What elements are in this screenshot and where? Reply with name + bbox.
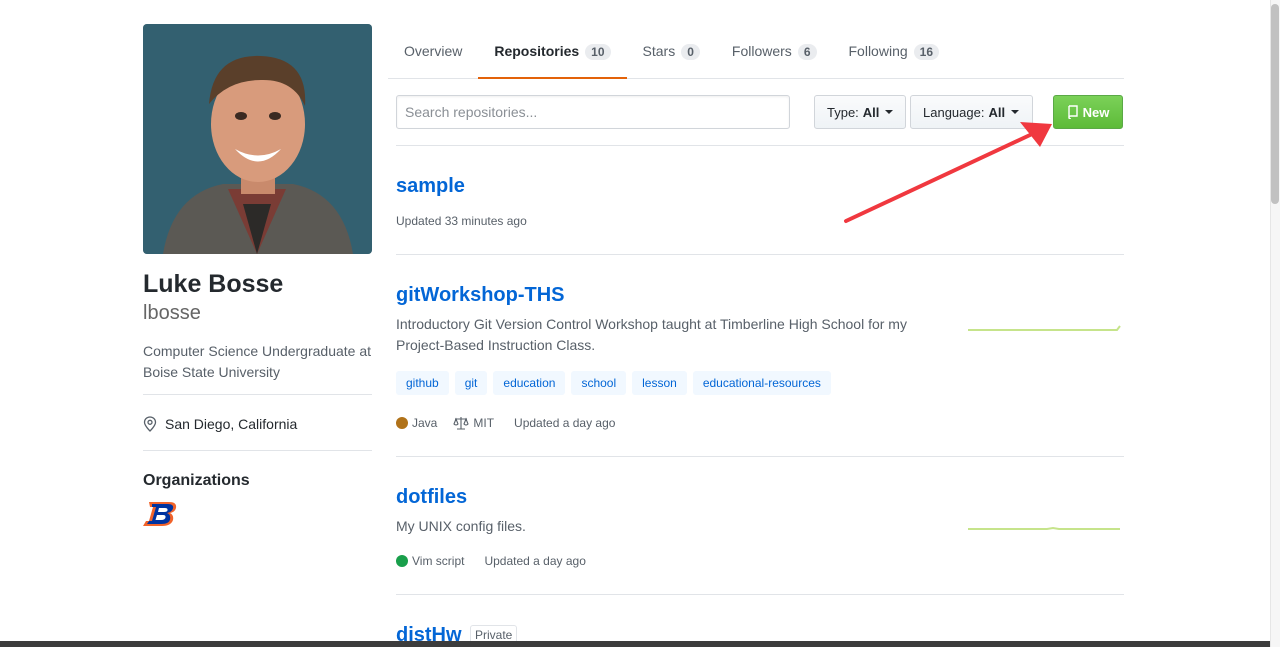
language-filter-button[interactable]: Language: All	[910, 95, 1033, 129]
tab-counter: 6	[797, 44, 817, 60]
caret-down-icon	[885, 110, 894, 114]
language-name: Vim script	[412, 554, 465, 568]
list-divider	[396, 254, 1124, 255]
tab-overview[interactable]: Overview	[388, 30, 478, 79]
tab-followers[interactable]: Followers 6	[716, 30, 833, 79]
type-filter-button[interactable]: Type: All	[814, 95, 906, 129]
caret-down-icon	[1011, 110, 1020, 114]
topic-tag[interactable]: school	[571, 371, 627, 395]
repo-description: My UNIX config files.	[396, 518, 526, 534]
sidebar-divider	[143, 450, 372, 451]
avatar-photo	[143, 24, 372, 254]
profile-avatar[interactable]	[143, 24, 372, 254]
list-divider	[396, 456, 1124, 457]
sidebar-divider	[143, 394, 372, 395]
repo-updated: Updated a day ago	[514, 416, 616, 430]
language-color-dot	[396, 555, 408, 567]
type-filter-label: Type:	[827, 104, 859, 120]
tab-stars[interactable]: Stars 0	[627, 30, 716, 79]
repo-updated: Updated a day ago	[484, 554, 586, 568]
repo-language: Java	[396, 416, 437, 430]
repo-name-link[interactable]: gitWorkshop-THS	[396, 284, 565, 307]
new-button-label: New	[1082, 104, 1110, 120]
activity-sparkline	[968, 325, 1121, 331]
law-scale-icon	[453, 417, 470, 430]
license-name: MIT	[473, 416, 495, 430]
tab-label: Repositories	[494, 43, 580, 59]
repo-language: Vim script	[396, 554, 464, 568]
profile-username: lbosse	[143, 302, 201, 324]
list-divider	[396, 145, 1124, 146]
topic-tag[interactable]: github	[396, 371, 449, 395]
search-repositories-input[interactable]	[396, 95, 790, 129]
repo-meta: Java MIT Updated a day ago	[396, 416, 615, 430]
organization-logo[interactable]	[143, 501, 177, 527]
profile-bio: Computer Science Undergraduate at Boise …	[143, 343, 372, 380]
repo-license: MIT	[453, 416, 494, 430]
repo-topics: github git education school lesson educa…	[396, 371, 831, 395]
language-color-dot	[396, 417, 408, 429]
language-name: Java	[412, 416, 438, 430]
location-text: San Diego, California	[165, 416, 298, 432]
location-pin-icon	[143, 416, 157, 432]
window-bottom-edge	[0, 641, 1270, 647]
repo-icon	[1067, 105, 1078, 119]
profile-full-name: Luke Bosse	[143, 270, 284, 298]
topic-tag[interactable]: educational-resources	[692, 371, 831, 395]
profile-tabs: Overview Repositories 10 Stars 0 Followe…	[388, 30, 1124, 79]
repo-name-link[interactable]: dotfiles	[396, 486, 467, 509]
tab-following[interactable]: Following 16	[833, 30, 956, 79]
tab-label: Stars	[642, 43, 676, 59]
new-repository-button[interactable]: New	[1053, 95, 1123, 129]
tab-counter: 16	[913, 44, 939, 60]
list-divider	[396, 594, 1124, 595]
tab-label: Following	[848, 43, 908, 59]
profile-location: San Diego, California	[143, 416, 297, 432]
repo-description: Introductory Git Version Control Worksho…	[396, 316, 907, 353]
type-filter-value: All	[862, 104, 880, 120]
tab-label: Overview	[404, 43, 463, 59]
scrollbar[interactable]	[1270, 0, 1280, 647]
topic-tag[interactable]: education	[493, 371, 566, 395]
language-filter-value: All	[988, 104, 1006, 120]
scrollbar-thumb[interactable]	[1271, 4, 1279, 204]
boise-state-logo-icon	[143, 502, 177, 526]
tab-counter: 10	[585, 44, 611, 60]
topic-tag[interactable]: git	[454, 371, 488, 395]
repo-meta: Updated 33 minutes ago	[396, 214, 527, 228]
tab-label: Followers	[731, 43, 792, 59]
repo-updated: Updated 33 minutes ago	[396, 214, 527, 228]
repo-name-link[interactable]: sample	[396, 175, 465, 198]
topic-tag[interactable]: lesson	[632, 371, 687, 395]
language-filter-label: Language:	[923, 104, 985, 120]
repo-meta: Vim script Updated a day ago	[396, 554, 586, 568]
organizations-heading: Organizations	[143, 472, 250, 489]
activity-sparkline	[968, 526, 1120, 530]
tab-repositories[interactable]: Repositories 10	[478, 30, 627, 79]
tab-counter: 0	[681, 44, 700, 60]
